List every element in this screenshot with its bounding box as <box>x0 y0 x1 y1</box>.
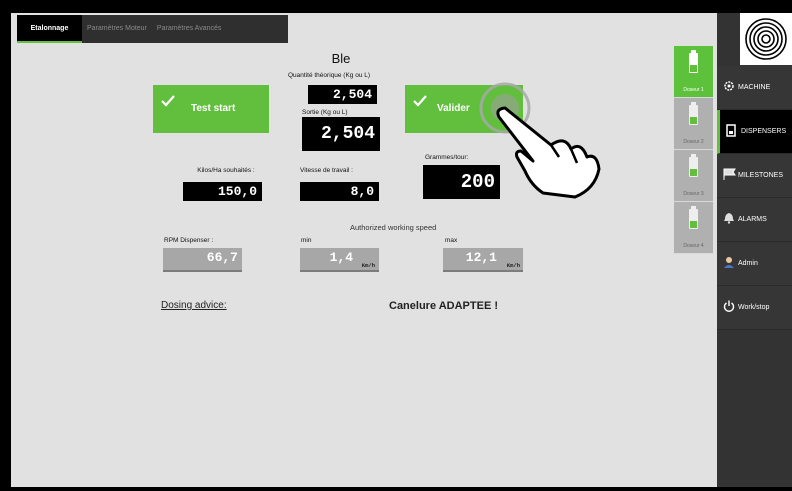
max-label: max <box>445 237 458 244</box>
min-value: 1,4 <box>329 250 353 265</box>
sidebar-item-machine[interactable]: MACHINE <box>717 66 792 110</box>
rpm-value-box: 66,7 <box>163 248 242 272</box>
doseur-3-label: Doseur 3 <box>683 191 704 197</box>
sidebar-label-alarms: ALARMS <box>738 216 767 223</box>
vitesse-label: Vitesse de travail : <box>300 167 353 174</box>
tab-bar: Etalonnage Paramètres Moteur Paramètres … <box>17 15 288 43</box>
product-title: Ble <box>331 51 351 66</box>
doseur-2-button[interactable]: Doseur 2 <box>674 98 713 150</box>
dosing-advice-label: Dosing advice: <box>161 300 227 311</box>
user-icon <box>724 257 734 268</box>
power-icon <box>723 300 735 312</box>
authorized-speed-label: Authorized working speed <box>350 223 437 232</box>
check-icon <box>161 95 175 107</box>
doseur-1-label: Doseur 1 <box>683 87 704 93</box>
dispenser-bottle-icon <box>689 154 698 177</box>
dispenser-bottle-icon <box>689 102 698 125</box>
dispenser-icon <box>726 124 736 137</box>
max-value: 12,1 <box>465 250 497 265</box>
fingerprint-icon <box>745 18 787 60</box>
sidebar-item-dispensers[interactable]: DISPENSERS <box>717 110 792 154</box>
sidebar: MACHINE DISPENSERS MILESTONES ALARMS Adm… <box>717 13 792 487</box>
sidebar-label-milestones: MILESTONES <box>738 172 783 179</box>
doseur-4-label: Doseur 4 <box>683 243 704 249</box>
tab-etalonnage[interactable]: Etalonnage <box>17 15 82 43</box>
tab-parametres-avances[interactable]: Paramètres Avancés <box>152 15 226 43</box>
kilos-label: Kilos/Ha souhaités : <box>197 167 255 174</box>
sidebar-item-admin[interactable]: Admin <box>717 242 792 286</box>
grammes-value: 200 <box>423 165 500 199</box>
dispenser-bottle-icon <box>689 206 698 229</box>
min-speed-box: 1,4 Km/h <box>300 248 379 272</box>
dispenser-bottle-icon <box>689 50 698 73</box>
test-start-label: Test start <box>191 103 236 114</box>
sidebar-label-work-stop: Work/stop <box>738 304 770 311</box>
sidebar-label-admin: Admin <box>738 260 758 267</box>
grammes-label: Grammes/tour: <box>425 154 469 161</box>
kilos-value: 150,0 <box>183 182 262 201</box>
max-unit: Km/h <box>506 262 520 269</box>
sidebar-label-machine: MACHINE <box>738 84 771 91</box>
max-speed-box: 12,1 Km/h <box>443 248 523 272</box>
vitesse-value: 8,0 <box>300 182 379 201</box>
check-icon <box>413 95 427 107</box>
sidebar-item-milestones[interactable]: MILESTONES <box>717 154 792 198</box>
doseur-2-label: Doseur 2 <box>683 139 704 145</box>
min-label: min <box>301 237 312 244</box>
doseur-1-button[interactable]: Doseur 1 <box>674 46 713 98</box>
quantite-label: Quantité théorique (Kg ou L) <box>288 72 371 79</box>
bell-icon <box>724 213 734 224</box>
test-start-button[interactable]: Test start <box>153 85 269 133</box>
doseur-4-button[interactable]: Doseur 4 <box>674 202 713 254</box>
sidebar-item-alarms[interactable]: ALARMS <box>717 198 792 242</box>
min-unit: Km/h <box>361 262 375 269</box>
sidebar-item-work-stop[interactable]: Work/stop <box>717 286 792 330</box>
doseur-3-button[interactable]: Doseur 3 <box>674 150 713 202</box>
gear-icon <box>724 81 734 91</box>
dispenser-selector: Doseur 1 Doseur 2 Doseur 3 Doseur 4 <box>674 46 713 254</box>
tab-parametres-moteur[interactable]: Paramètres Moteur <box>82 15 152 43</box>
sortie-value: 2,504 <box>302 117 380 151</box>
flag-icon <box>723 168 736 180</box>
rpm-value: 66,7 <box>206 250 238 265</box>
quantite-value: 2,504 <box>308 85 377 104</box>
calibration-screen: Etalonnage Paramètres Moteur Paramètres … <box>11 13 792 487</box>
logo <box>740 13 792 65</box>
sidebar-label-dispensers: DISPENSERS <box>741 128 787 135</box>
dosing-advice-value: Canelure ADAPTEE ! <box>389 300 499 312</box>
sortie-label: Sortie (Kg ou L) <box>302 109 348 116</box>
rpm-label: RPM Dispenser : <box>164 237 214 244</box>
